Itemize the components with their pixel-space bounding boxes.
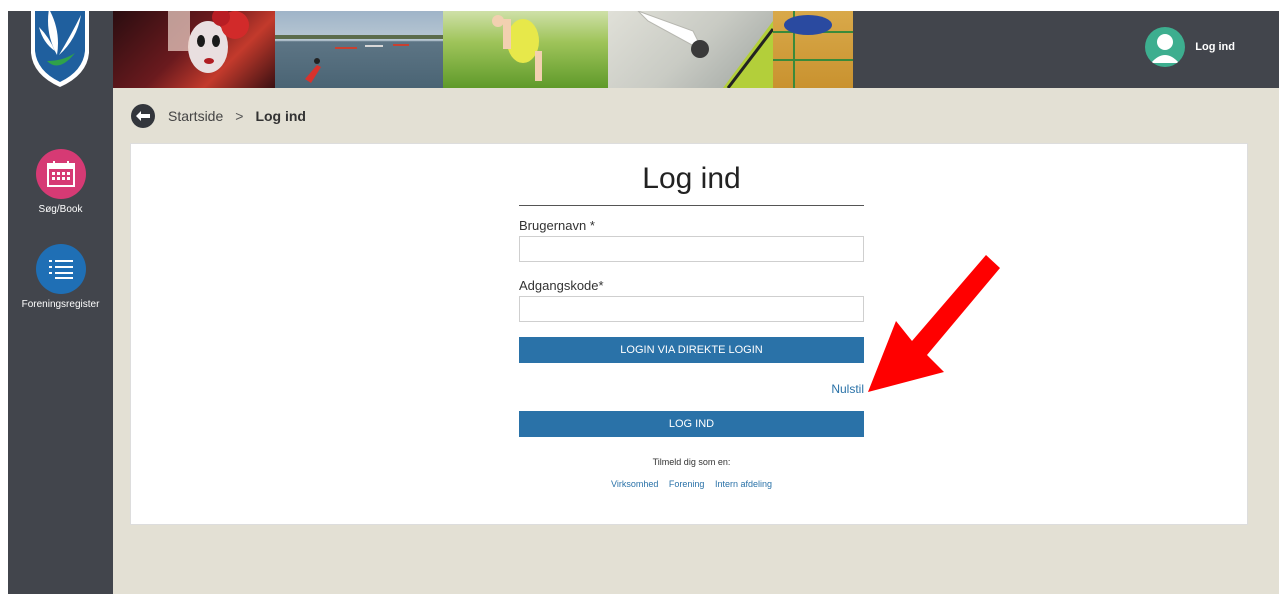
- user-avatar-icon: [1145, 27, 1186, 67]
- signup-link-company[interactable]: Virksomhed: [611, 479, 658, 489]
- signup-link-internal-department[interactable]: Intern afdeling: [715, 479, 772, 489]
- login-button[interactable]: LOG IND: [519, 411, 864, 437]
- password-input[interactable]: [519, 296, 864, 322]
- banner-photo-kayak: [275, 11, 443, 88]
- municipality-logo[interactable]: [29, 11, 91, 87]
- banner-photo-gym: [773, 11, 853, 88]
- signup-links: Virksomhed Forening Intern afdeling: [519, 479, 864, 489]
- login-card: Log ind Brugernavn * Adgangskode* LOGIN …: [130, 143, 1248, 525]
- breadcrumb: Startside > Log ind: [131, 104, 306, 128]
- password-label: Adgangskode*: [519, 278, 604, 293]
- sidebar: Søg/Book Foreningsregister: [8, 11, 113, 594]
- header-bar: Log ind: [113, 11, 1279, 88]
- sidebar-item-search-book[interactable]: Søg/Book: [8, 149, 113, 215]
- page-title: Log ind: [519, 144, 864, 206]
- reset-link[interactable]: Nulstil: [519, 382, 864, 396]
- signup-title: Tilmeld dig som en:: [652, 457, 731, 467]
- sidebar-item-label: Foreningsregister: [21, 299, 100, 310]
- app-frame: Søg/Book Foreningsregister Log ind Start…: [8, 11, 1279, 594]
- banner-photo-badminton: [608, 11, 773, 88]
- breadcrumb-separator: >: [235, 108, 244, 124]
- signup-link-association[interactable]: Forening: [669, 479, 705, 489]
- sidebar-item-association-register[interactable]: Foreningsregister: [8, 244, 113, 310]
- back-arrow-icon[interactable]: [131, 104, 155, 128]
- banner-photo-performer: [113, 11, 275, 88]
- username-input[interactable]: [519, 236, 864, 262]
- login-user-label: Log ind: [1195, 41, 1235, 53]
- username-label: Brugernavn *: [519, 218, 595, 233]
- breadcrumb-home-link[interactable]: Startside: [168, 108, 223, 124]
- list-icon: [35, 244, 86, 294]
- login-user-button[interactable]: Log ind: [1145, 27, 1235, 67]
- breadcrumb-current: Log ind: [255, 108, 306, 124]
- calendar-icon: [35, 149, 86, 199]
- direct-login-button[interactable]: LOGIN VIA DIREKTE LOGIN: [519, 337, 864, 363]
- banner-photo-grass-jump: [443, 11, 608, 88]
- sidebar-item-label: Søg/Book: [38, 204, 83, 215]
- login-form: Log ind Brugernavn * Adgangskode* LOGIN …: [519, 144, 864, 489]
